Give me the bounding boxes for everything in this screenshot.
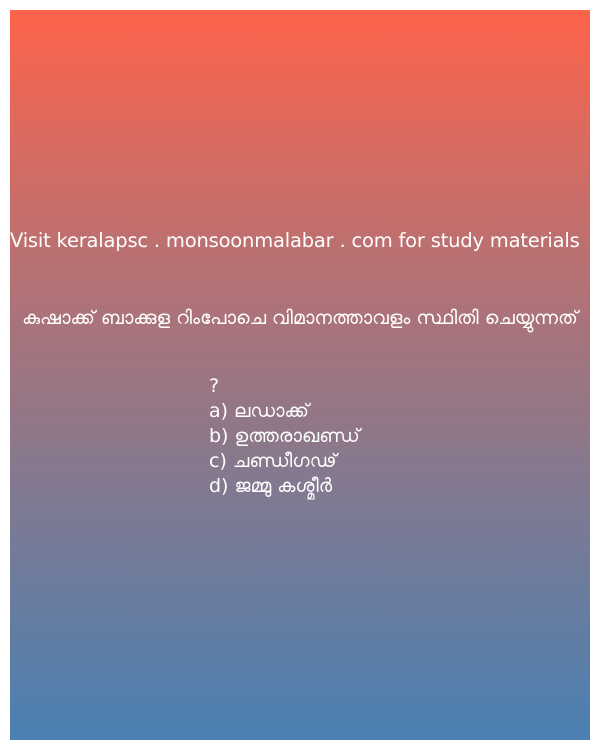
visit-banner-text: Visit keralapsc . monsoonmalabar . com f…: [10, 229, 580, 252]
question-card: Visit keralapsc . monsoonmalabar . com f…: [10, 10, 590, 740]
question-text: കുഷാക്ക് ബാക്കുള റിംപോചെ വിമാനത്താവളം സ്…: [22, 307, 578, 329]
option-a: a) ലഡാക്ക്: [209, 400, 309, 422]
option-d: d) ജമ്മു കശ്മീർ: [209, 475, 333, 497]
option-b: b) ഉത്തരാഖണ്ഡ്: [209, 425, 360, 447]
question-mark: ?: [209, 375, 220, 397]
options-block: ? a) ലഡാക്ക് b) ഉത്തരാഖണ്ഡ് c) ചണ്ഡീഗഢ് …: [209, 374, 360, 499]
option-c: c) ചണ്ഡീഗഢ്: [209, 450, 337, 472]
